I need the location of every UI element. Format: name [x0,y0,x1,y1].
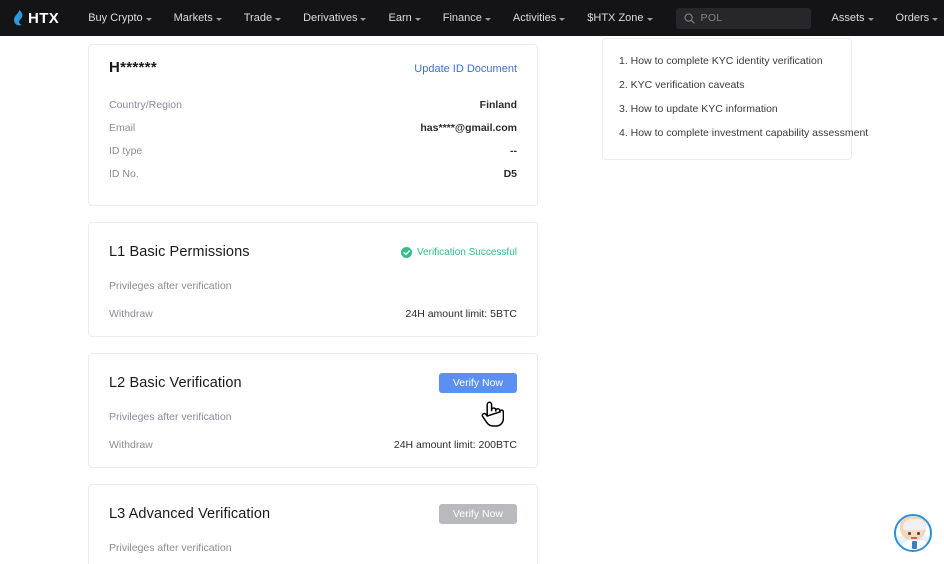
nav-label: $HTX Zone [587,12,644,24]
verify-now-button-l2[interactable]: Verify Now [438,373,517,393]
flame-icon [14,9,23,25]
level-title: L2 Basic Verification [109,375,242,391]
faq-link-1[interactable]: 1. How to complete KYC identity verifica… [619,49,835,73]
chevron-down-icon [275,17,282,21]
nav-label: Trade [243,12,273,24]
top-navigation-bar: HTX Buy Crypto Markets Trade Derivatives… [0,0,944,36]
avatar-eye-left [908,532,911,535]
level-title: L3 Advanced Verification [109,506,271,522]
profile-field-id-no: ID No. D5 [109,162,517,185]
chevron-down-icon [215,17,222,21]
search-placeholder: POL [700,12,723,24]
page-body: H****** Update ID Document Country/Regio… [0,36,944,564]
check-circle-icon [400,246,412,258]
avatar-tie [912,541,917,549]
field-value: has****@gmail.com [420,121,517,134]
nav-item-assets[interactable]: Assets [821,8,885,28]
profile-field-email: Email has****@gmail.com [109,116,517,139]
privileges-label: Privileges after verification [109,542,232,554]
nav-item-markets[interactable]: Markets [163,8,233,28]
chevron-down-icon [145,17,152,21]
nav-item-derivatives[interactable]: Derivatives [292,8,377,28]
level-header: L1 Basic Permissions Verification Succes… [109,240,517,264]
nav-label: Orders [895,12,930,24]
privilege-limit: 24H amount limit: 5BTC [405,308,517,320]
profile-field-country: Country/Region Finland [109,93,517,116]
nav-label: Earn [388,12,412,24]
privilege-name: Withdraw [109,308,153,320]
nav-item-activities[interactable]: Activities [502,8,576,28]
faq-link-2[interactable]: 2. KYC verification caveats [619,73,835,97]
level-card-l3: L3 Advanced Verification Verify Now Priv… [88,484,538,564]
content-columns: H****** Update ID Document Country/Regio… [0,36,944,564]
nav-item-finance[interactable]: Finance [432,8,502,28]
chevron-down-icon [646,17,653,21]
verify-now-button-l3[interactable]: Verify Now [438,504,517,524]
field-value: D5 [503,167,517,180]
search-input[interactable]: POL [675,7,811,29]
field-label: Country/Region [109,98,182,111]
htx-logo[interactable]: HTX [12,9,60,27]
level-header: L3 Advanced Verification Verify Now [109,502,517,526]
faq-link-3[interactable]: 3. How to update KYC information [619,97,835,121]
field-value: -- [510,144,517,157]
nav-label: Activities [512,12,557,24]
privileges-label: Privileges after verification [109,411,232,423]
nav-item-earn[interactable]: Earn [377,8,431,28]
profile-header: H****** Update ID Document [109,59,517,76]
field-label: ID type [109,144,143,157]
chevron-down-icon [867,17,874,21]
nav-label: Buy Crypto [88,12,143,24]
support-agent-avatar-icon [896,516,930,550]
level-card-l2: L2 Basic Verification Verify Now Privile… [88,353,538,468]
level-card-l1: L1 Basic Permissions Verification Succes… [88,222,538,337]
nav-label: Derivatives [303,12,358,24]
privilege-row: Withdraw 24H amount limit: 5BTC [109,308,517,320]
nav-label: Finance [442,12,482,24]
field-value: Finland [479,98,517,111]
chevron-down-icon [559,17,566,21]
nav-item-htx-zone[interactable]: $HTX Zone [576,8,663,28]
privilege-name: Withdraw [109,439,153,451]
status-text: Verification Successful [416,246,517,258]
main-nav: Buy Crypto Markets Trade Derivatives Ear… [77,8,663,28]
status-badge: Verification Successful [400,246,517,258]
nav-label: Markets [173,12,213,24]
chevron-down-icon [484,17,491,21]
profile-card: H****** Update ID Document Country/Regio… [88,44,538,206]
chevron-down-icon [360,17,367,21]
nav-item-trade[interactable]: Trade [233,8,292,28]
header-right-area: Assets Orders 0 [821,3,944,33]
search-icon [683,12,695,24]
nav-item-buy-crypto[interactable]: Buy Crypto [77,8,162,28]
avatar-eye-right [917,532,920,535]
right-column: 1. How to complete KYC identity verifica… [602,38,868,176]
chevron-down-icon [414,17,421,21]
nav-label: Assets [831,12,865,24]
profile-name: H****** [109,59,157,76]
avatar-hair [903,519,926,530]
chevron-down-icon [932,17,939,21]
privilege-row: Withdraw 24H amount limit: 200BTC [109,439,517,451]
profile-field-id-type: ID type -- [109,139,517,162]
left-column: H****** Update ID Document Country/Regio… [88,44,538,564]
field-label: ID No. [109,167,139,180]
faq-card: 1. How to complete KYC identity verifica… [602,38,868,160]
customer-support-chat-button[interactable] [894,514,932,552]
privilege-limit: 24H amount limit: 200BTC [393,439,517,451]
nav-item-orders[interactable]: Orders [885,8,944,28]
logo-text: HTX [28,9,60,27]
privileges-label: Privileges after verification [109,280,232,292]
field-label: Email [109,121,136,134]
level-header: L2 Basic Verification Verify Now [109,371,517,395]
faq-link-4[interactable]: 4. How to complete investment capability… [619,121,868,145]
level-title: L1 Basic Permissions [109,244,250,260]
update-id-document-link[interactable]: Update ID Document [414,63,517,75]
